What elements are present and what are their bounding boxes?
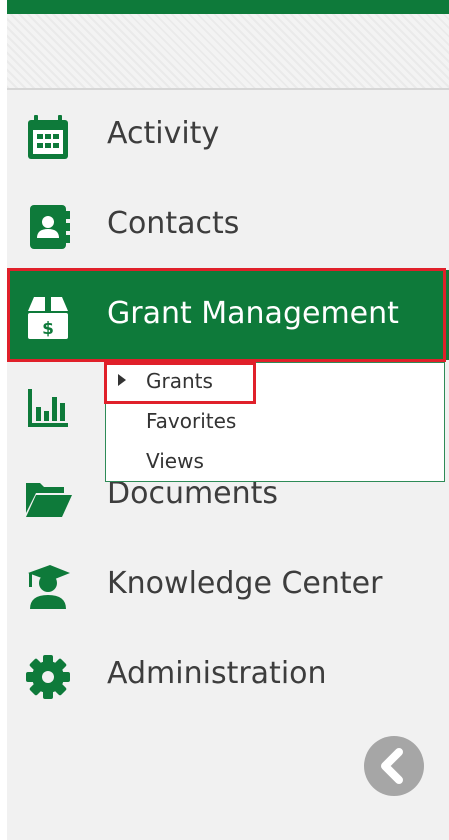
caret-right-icon (118, 374, 126, 386)
top-accent-bar (7, 0, 449, 14)
grant-management-submenu: Grants Favorites Views (105, 362, 445, 482)
grant-box-dollar-icon: $ (24, 293, 72, 341)
contact-book-icon (24, 203, 72, 251)
header-pattern-band (7, 14, 449, 88)
bar-chart-icon (24, 383, 72, 431)
sidebar-item-label: Activity (107, 116, 220, 151)
sidebar-item-label: Administration (107, 656, 327, 691)
collapse-sidebar-button[interactable] (364, 736, 424, 796)
sidebar-item-activity[interactable]: Activity (7, 90, 449, 180)
chevron-left-icon (381, 748, 403, 784)
submenu-item-grants[interactable]: Grants (146, 366, 213, 396)
sidebar-item-grant-management[interactable]: $ Grant Management (7, 270, 449, 360)
gear-icon (24, 653, 72, 701)
sidebar-item-label: Contacts (107, 206, 240, 241)
sidebar-item-label: Grant Management (107, 296, 399, 331)
sidebar-item-label: Knowledge Center (107, 566, 383, 601)
submenu-item-views[interactable]: Views (146, 446, 204, 476)
sidebar-item-knowledge-center[interactable]: Knowledge Center (7, 540, 449, 630)
svg-text:$: $ (42, 319, 54, 339)
calendar-icon (24, 113, 72, 161)
sidebar-item-administration[interactable]: Administration (7, 630, 449, 720)
graduate-icon (24, 563, 72, 611)
folder-open-icon (24, 473, 72, 521)
sidebar-item-contacts[interactable]: Contacts (7, 180, 449, 270)
submenu-item-favorites[interactable]: Favorites (146, 406, 236, 436)
